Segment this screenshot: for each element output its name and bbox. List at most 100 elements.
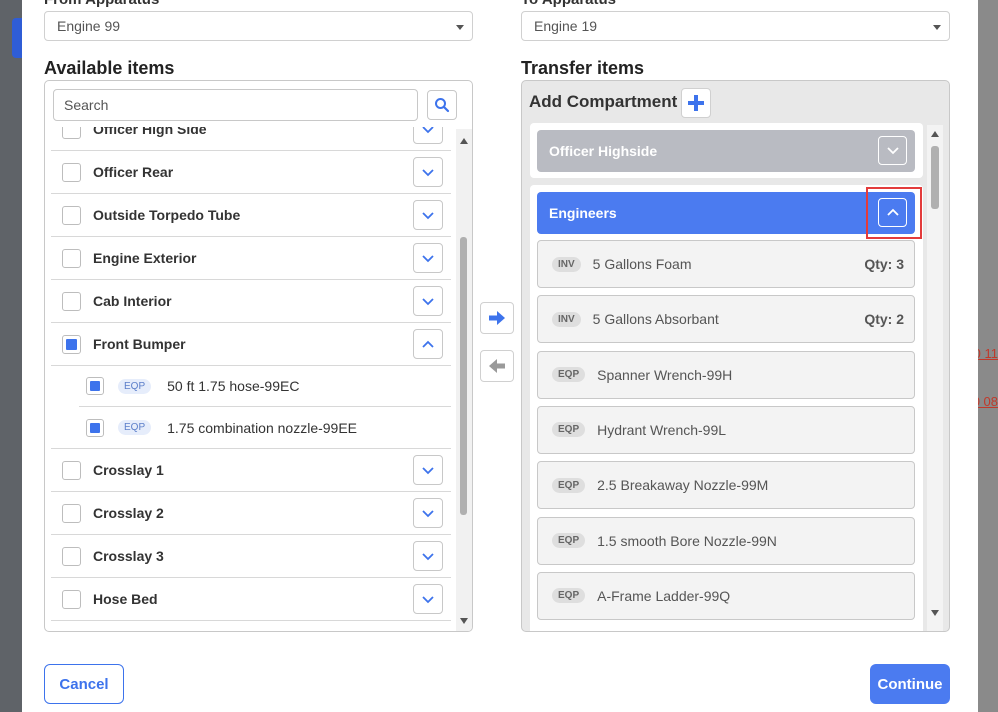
item-type-badge: INV	[552, 256, 581, 272]
available-items-title: Available items	[44, 58, 175, 78]
compartment-row[interactable]: Crosslay 2	[51, 492, 451, 535]
from-apparatus-select[interactable]: Engine 99	[44, 11, 473, 41]
cancel-button[interactable]: Cancel	[44, 664, 124, 704]
scroll-up-icon[interactable]	[460, 138, 468, 144]
expand-button[interactable]	[413, 127, 443, 144]
compartment-checkbox[interactable]	[62, 334, 81, 354]
scroll-down-icon[interactable]	[460, 618, 468, 624]
expand-button[interactable]	[413, 541, 443, 571]
item-row[interactable]: EQP 1.75 combination nozzle-99EE	[79, 407, 451, 448]
item-checkbox[interactable]	[86, 418, 104, 437]
compartment-label: Officer High Side	[93, 127, 207, 137]
arrow-left-icon	[489, 359, 505, 373]
compartment-label: Crosslay 3	[93, 548, 164, 564]
right-scrollbar-thumb[interactable]	[931, 146, 939, 209]
transfer-item-row[interactable]: INV 5 Gallons Absorbant Qty: 2	[537, 295, 915, 344]
expand-button[interactable]	[413, 243, 443, 273]
transfer-item-row[interactable]: EQP 1.5 smooth Bore Nozzle-99N	[537, 516, 915, 565]
compartment-checkbox[interactable]	[62, 205, 81, 225]
compartment-label: Officer Rear	[93, 164, 174, 180]
compartment-checkbox[interactable]	[62, 460, 81, 480]
compartment-row[interactable]: Officer High Side	[51, 127, 451, 151]
collapse-button[interactable]	[413, 329, 443, 359]
continue-button[interactable]: Continue	[870, 664, 950, 704]
chevron-down-icon	[422, 254, 434, 262]
scroll-down-icon[interactable]	[931, 610, 939, 616]
compartment-checkbox[interactable]	[62, 546, 81, 566]
plus-icon	[688, 95, 704, 111]
chevron-down-icon	[422, 297, 434, 305]
item-checkbox[interactable]	[86, 377, 104, 395]
expand-button[interactable]	[413, 286, 443, 316]
add-compartment-label: Add Compartment	[529, 92, 678, 111]
chevron-down-icon	[422, 552, 434, 560]
compartment-checkbox[interactable]	[62, 589, 81, 609]
compartment-checkbox[interactable]	[62, 127, 81, 139]
chevron-down-icon	[886, 147, 899, 155]
scroll-up-icon[interactable]	[931, 131, 939, 137]
transfer-item-row[interactable]: EQP 2.5 Breakaway Nozzle-99M	[537, 461, 915, 510]
chevron-down-icon	[933, 25, 941, 30]
compartment-label: Crosslay 1	[93, 462, 164, 478]
item-label: 5 Gallons Absorbant	[592, 311, 719, 328]
compartment-label: Engineers	[549, 205, 617, 221]
item-type-badge: EQP	[552, 422, 586, 438]
compartment-row[interactable]: Engine Exterior	[51, 237, 451, 280]
compartment-label: Outside Torpedo Tube	[93, 207, 241, 223]
compartment-row[interactable]: Hose Bed	[51, 578, 451, 621]
compartment-header-engineers[interactable]: Engineers	[537, 192, 915, 234]
compartment-row[interactable]: Front Bumper	[51, 323, 451, 366]
transfer-item-row[interactable]: INV 5 Gallons Foam Qty: 3	[537, 240, 915, 288]
search-button[interactable]	[427, 90, 457, 120]
item-type-badge: EQP	[552, 533, 586, 548]
expand-button[interactable]	[413, 157, 443, 187]
compartment-header-officer-highside[interactable]: Officer Highside	[537, 130, 915, 172]
expand-compartment-button[interactable]	[878, 136, 907, 165]
search-input[interactable]: Search	[53, 89, 418, 121]
transfer-item-row[interactable]: EQP A-Frame Ladder-99Q	[537, 571, 915, 620]
item-label: Hydrant Wrench-99L	[597, 421, 727, 438]
item-type-badge: INV	[552, 311, 581, 327]
compartment-checkbox[interactable]	[62, 248, 81, 268]
left-scrollbar-thumb[interactable]	[460, 237, 467, 515]
arrow-right-icon	[489, 311, 505, 325]
move-right-button[interactable]	[480, 302, 514, 334]
chevron-down-icon	[422, 466, 434, 474]
from-apparatus-value: Engine 99	[57, 18, 121, 34]
compartment-label: Front Bumper	[93, 336, 186, 352]
move-left-button[interactable]	[480, 350, 514, 382]
transfer-items-title: Transfer items	[521, 58, 645, 78]
chevron-down-icon	[422, 127, 434, 133]
compartment-checkbox[interactable]	[62, 291, 81, 311]
chevron-down-icon	[422, 595, 434, 603]
to-apparatus-select[interactable]: Engine 19	[521, 11, 950, 41]
search-icon	[435, 98, 450, 113]
compartment-row[interactable]: Cab Interior	[51, 280, 451, 323]
transfer-item-row[interactable]: EQP Hydrant Wrench-99L	[537, 405, 915, 454]
item-row[interactable]: EQP 50 ft 1.75 hose-99EC	[79, 366, 451, 407]
available-items-list: Officer High Side Officer Rear Outside Tor…	[51, 127, 451, 629]
item-label: Spanner Wrench-99H	[597, 366, 733, 383]
chevron-down-icon	[422, 211, 434, 219]
expand-button[interactable]	[413, 200, 443, 230]
item-label: 2.5 Breakaway Nozzle-99M	[597, 477, 769, 494]
expand-button[interactable]	[413, 498, 443, 528]
compartment-label: Officer Highside	[549, 143, 658, 159]
compartment-checkbox[interactable]	[62, 503, 81, 523]
expand-button[interactable]	[413, 584, 443, 614]
expand-button[interactable]	[413, 455, 443, 485]
transfer-item-row[interactable]: EQP Spanner Wrench-99H	[537, 350, 915, 399]
compartment-label: Crosslay 2	[93, 505, 164, 521]
add-compartment-button[interactable]	[681, 88, 711, 118]
compartment-row[interactable]: Officer Rear	[51, 151, 451, 194]
compartment-label: Engine Exterior	[93, 250, 197, 266]
to-apparatus-label: To Apparatus	[521, 0, 616, 8]
item-quantity: Qty: 2	[864, 311, 904, 328]
item-quantity: Qty: 3	[864, 256, 904, 272]
compartment-row[interactable]: Crosslay 1	[51, 449, 451, 492]
chevron-up-icon	[422, 340, 434, 348]
compartment-row[interactable]: Outside Torpedo Tube	[51, 194, 451, 237]
compartment-row[interactable]: Crosslay 3	[51, 535, 451, 578]
compartment-checkbox[interactable]	[62, 162, 81, 182]
to-apparatus-value: Engine 19	[534, 18, 598, 34]
